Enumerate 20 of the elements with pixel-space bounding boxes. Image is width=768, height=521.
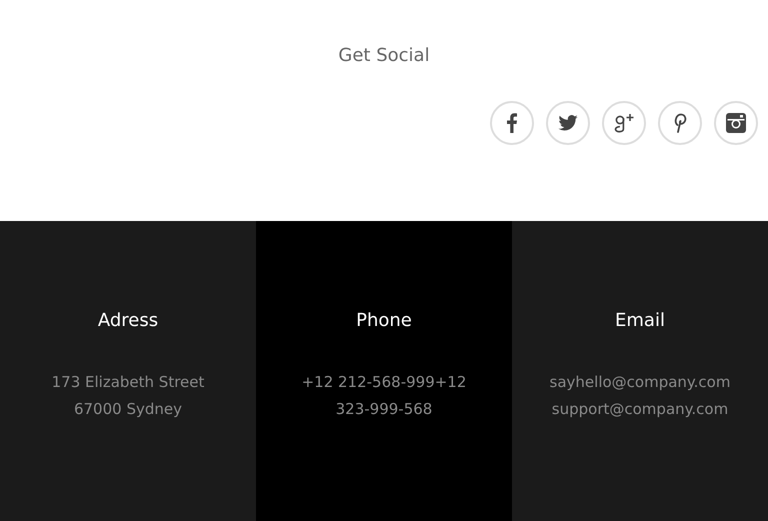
- google-plus-icon: [613, 112, 635, 134]
- bird-icon: [558, 115, 578, 131]
- contact-heading: Adress: [98, 309, 158, 333]
- contact-detail: 67000 Sydney: [74, 399, 182, 420]
- contact-detail: 323-999-568: [336, 399, 432, 420]
- social-link[interactable]: [602, 101, 646, 145]
- social-link[interactable]: [714, 101, 758, 145]
- contact-detail: 173 Elizabeth Street: [52, 372, 204, 393]
- contact-heading: Phone: [356, 309, 412, 333]
- contact-heading: Email: [615, 309, 665, 333]
- contact-detail: +12 212-568-999+12: [302, 372, 466, 393]
- contact-detail: sayhello@company.com: [550, 372, 730, 393]
- section-title: Get Social: [338, 45, 430, 67]
- social-link[interactable]: [658, 101, 702, 145]
- camera-icon: [726, 113, 746, 133]
- pinterest-icon: [673, 113, 687, 133]
- facebook-icon: [507, 113, 517, 133]
- contact-detail: support@company.com: [552, 399, 728, 420]
- social-link[interactable]: [490, 101, 534, 145]
- social-link[interactable]: [546, 101, 590, 145]
